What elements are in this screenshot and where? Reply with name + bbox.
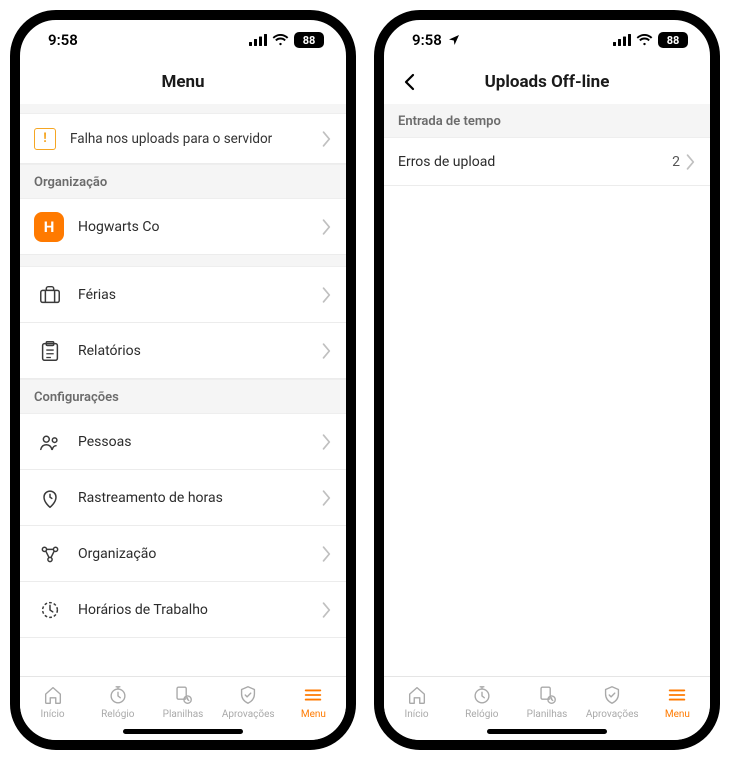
erros-upload-row[interactable]: Erros de upload 2	[384, 138, 710, 186]
org-row[interactable]: H Hogwarts Co	[20, 199, 346, 255]
spacer	[20, 104, 346, 114]
chevron-right-icon	[322, 602, 332, 618]
people-icon	[34, 426, 66, 458]
tab-planilhas[interactable]: Planilhas	[150, 683, 215, 720]
chevron-right-icon	[322, 131, 332, 147]
tab-planilhas[interactable]: Planilhas	[514, 683, 579, 720]
chevron-right-icon	[322, 343, 332, 359]
header: Menu	[20, 60, 346, 104]
sheets-icon	[535, 683, 559, 707]
pessoas-label: Pessoas	[78, 434, 322, 450]
signal-icon	[249, 34, 267, 46]
rastreamento-label: Rastreamento de horas	[78, 490, 322, 506]
tab-label: Planilhas	[163, 709, 204, 720]
content-scroll[interactable]: Falha nos uploads para o servidor Organi…	[20, 104, 346, 676]
tracking-icon	[34, 482, 66, 514]
location-icon	[448, 34, 460, 46]
home-indicator	[123, 729, 243, 734]
tab-relogio[interactable]: Relógio	[449, 683, 514, 720]
back-button[interactable]	[396, 68, 424, 96]
chevron-right-icon	[322, 434, 332, 450]
upload-warning-row[interactable]: Falha nos uploads para o servidor	[20, 114, 346, 164]
chevron-right-icon	[686, 154, 696, 170]
wifi-icon	[636, 34, 653, 46]
tab-inicio[interactable]: Início	[384, 683, 449, 720]
horarios-row[interactable]: Horários de Trabalho	[20, 582, 346, 638]
page-title: Menu	[161, 72, 204, 92]
tab-relogio[interactable]: Relógio	[85, 683, 150, 720]
pessoas-row[interactable]: Pessoas	[20, 414, 346, 470]
approvals-icon	[600, 683, 624, 707]
tab-inicio[interactable]: Início	[20, 683, 85, 720]
page-title: Uploads Off-line	[485, 72, 610, 92]
erros-upload-label: Erros de upload	[398, 154, 672, 170]
tab-label: Planilhas	[527, 709, 568, 720]
clock-icon	[106, 683, 130, 707]
section-configuracoes: Configurações	[20, 379, 346, 414]
content-scroll[interactable]: Entrada de tempo Erros de upload 2	[384, 104, 710, 676]
home-icon	[41, 683, 65, 707]
home-indicator	[487, 729, 607, 734]
section-organizacao: Organização	[20, 164, 346, 199]
status-bar: 9:58 88	[20, 20, 346, 60]
rastreamento-row[interactable]: Rastreamento de horas	[20, 470, 346, 526]
chevron-right-icon	[322, 219, 332, 235]
relatorios-row[interactable]: Relatórios	[20, 323, 346, 379]
upload-warning-label: Falha nos uploads para o servidor	[70, 131, 322, 147]
tab-label: Relógio	[465, 709, 498, 720]
back-arrow-icon	[400, 72, 420, 92]
menu-icon	[665, 683, 689, 707]
tab-label: Aprovações	[586, 709, 639, 720]
relatorios-label: Relatórios	[78, 343, 322, 359]
tab-label: Aprovações	[222, 709, 275, 720]
tab-label: Relógio	[101, 709, 134, 720]
work-hours-icon	[34, 594, 66, 626]
suitcase-icon	[34, 279, 66, 311]
tab-label: Início	[41, 709, 65, 720]
battery-indicator: 88	[658, 32, 688, 48]
tab-label: Menu	[665, 709, 690, 720]
clock-icon	[470, 683, 494, 707]
chevron-right-icon	[322, 287, 332, 303]
approvals-icon	[236, 683, 260, 707]
signal-icon	[613, 34, 631, 46]
horarios-label: Horários de Trabalho	[78, 602, 322, 618]
status-time: 9:58	[48, 31, 78, 49]
chevron-right-icon	[322, 546, 332, 562]
tab-label: Menu	[301, 709, 326, 720]
tab-menu[interactable]: Menu	[645, 683, 710, 720]
clipboard-icon	[34, 335, 66, 367]
spacer	[20, 255, 346, 267]
status-time: 9:58	[412, 31, 442, 49]
status-bar: 9:58 88	[384, 20, 710, 60]
tab-aprovacoes[interactable]: Aprovações	[216, 683, 281, 720]
phone-menu: 9:58 88 Menu Falha nos uploads para o se…	[10, 10, 356, 750]
org-graph-icon	[34, 538, 66, 570]
menu-icon	[301, 683, 325, 707]
org-avatar: H	[34, 212, 64, 242]
erros-upload-count: 2	[672, 154, 680, 170]
battery-indicator: 88	[294, 32, 324, 48]
upload-warning-icon	[34, 128, 56, 150]
tab-menu[interactable]: Menu	[281, 683, 346, 720]
org-name-label: Hogwarts Co	[78, 219, 322, 235]
chevron-right-icon	[322, 490, 332, 506]
organizacao-label: Organização	[78, 546, 322, 562]
phone-uploads-offline: 9:58 88 Uploads Off-line Entrada de temp…	[374, 10, 720, 750]
organizacao-row[interactable]: Organização	[20, 526, 346, 582]
sheets-icon	[171, 683, 195, 707]
tab-label: Início	[405, 709, 429, 720]
tab-aprovacoes[interactable]: Aprovações	[580, 683, 645, 720]
ferias-label: Férias	[78, 287, 322, 303]
ferias-row[interactable]: Férias	[20, 267, 346, 323]
home-icon	[405, 683, 429, 707]
wifi-icon	[272, 34, 289, 46]
header: Uploads Off-line	[384, 60, 710, 104]
section-entrada-tempo: Entrada de tempo	[384, 104, 710, 138]
